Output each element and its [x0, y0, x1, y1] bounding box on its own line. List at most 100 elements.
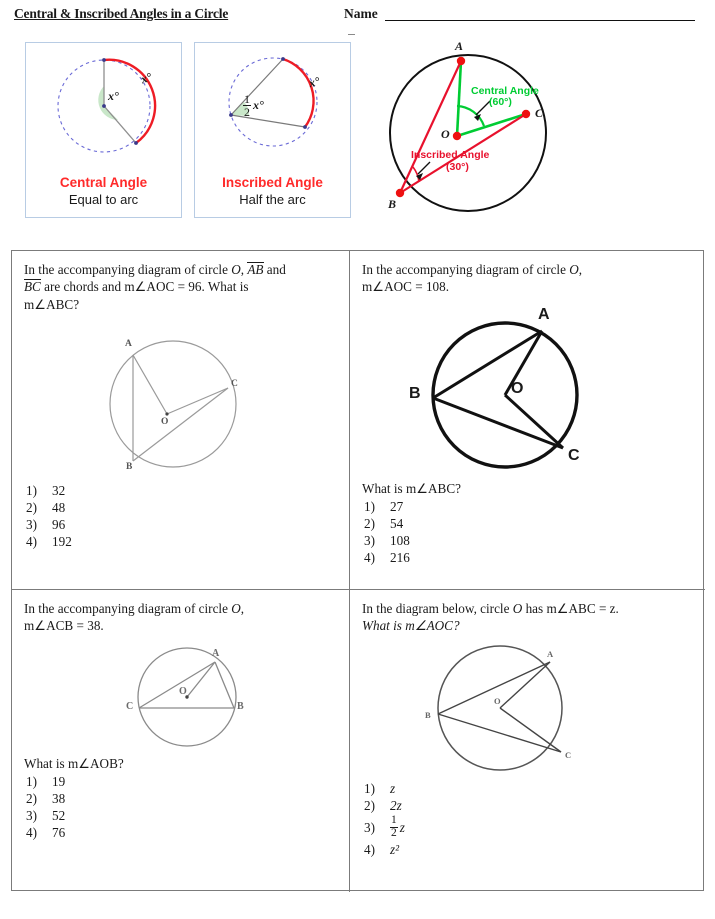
choice-number: 2)	[26, 499, 37, 515]
q1-label-O: O	[161, 417, 169, 427]
inscribed-angle-title: Inscribed Angle	[222, 175, 323, 191]
choice-row[interactable]: 1) 32	[26, 482, 72, 499]
inscribed-angle-interior-label: 1 2 x°	[243, 93, 264, 118]
radius-2	[103, 105, 137, 144]
q2-stem-part1: In the accompanying diagram of circle	[362, 262, 570, 277]
reference-label-C: C	[535, 106, 544, 120]
chord-BA	[432, 329, 543, 400]
central-angle-interior-label: x°	[108, 89, 119, 103]
choice-row[interactable]: 4) 216	[364, 549, 410, 566]
choice-value: z	[390, 780, 396, 796]
choice-number: 1)	[26, 773, 37, 789]
q2-label-O: O	[511, 380, 524, 397]
q3-stem-part2: m∠ACB = 38.	[24, 618, 104, 634]
reference-angle-diagram: A B C O Central Angle (60°) Inscribed An…	[368, 30, 568, 230]
choice-value: 52	[52, 807, 66, 823]
info-panel-inscribed-angle: 1 2 x° x° Inscribed Angle Half the arc	[194, 42, 351, 218]
name-label: Name	[344, 6, 378, 21]
q3-label-B: B	[237, 701, 244, 712]
fraction-numerator: 1	[243, 92, 251, 107]
radius-OC	[503, 393, 565, 450]
choice-number: 2)	[364, 797, 375, 813]
q1-chord-BC: BC	[24, 279, 41, 295]
choice-value: z²	[390, 841, 400, 857]
name-blank-line	[385, 20, 695, 21]
point-dot-top	[281, 57, 285, 61]
radius-OC	[499, 707, 562, 753]
q4-label-B: B	[425, 710, 431, 720]
inscribed-angle-pointer	[417, 161, 431, 175]
choice-number: 3)	[26, 516, 37, 532]
choice-row[interactable]: 1) 27	[364, 498, 410, 515]
inscribed-angle-value: (30°)	[446, 161, 469, 173]
point-O-dot	[452, 131, 462, 141]
central-angle-figure: x° x°	[26, 47, 181, 165]
q1-label-B: B	[126, 462, 133, 472]
fraction-denominator: 2	[391, 827, 397, 839]
choice-row[interactable]: 2) 54	[364, 515, 410, 532]
choice-number: 3)	[364, 819, 375, 835]
q2-label-C: C	[568, 447, 580, 464]
choice-row[interactable]: 3) 96	[26, 516, 72, 533]
inscribed-angle-figure: 1 2 x° x°	[195, 47, 350, 165]
fraction-variable: z	[399, 819, 405, 835]
choice-number: 1)	[26, 482, 37, 498]
choice-value: 32	[52, 482, 66, 498]
choice-row[interactable]: 2) 38	[26, 790, 65, 807]
choice-row[interactable]: 2) 48	[26, 499, 72, 516]
choice-row[interactable]: 3) 1 2 z	[364, 814, 405, 841]
central-angle-pointer	[475, 100, 491, 116]
q1-stem-part1: In the accompanying diagram of circle	[24, 262, 232, 277]
choice-value: 192	[52, 533, 72, 549]
info-panel-central-angle: x° x° Central Angle Equal to arc	[25, 42, 182, 218]
chord-BC	[437, 713, 562, 753]
choice-value: 48	[52, 499, 66, 515]
choice-row[interactable]: 4) 192	[26, 533, 72, 550]
choice-number: 4)	[364, 549, 375, 565]
question-1-svg	[109, 340, 237, 468]
q1-chord-AB: AB	[247, 262, 264, 277]
choice-value: 38	[52, 790, 66, 806]
choice-value: 54	[390, 515, 404, 531]
radius-OA	[499, 661, 551, 709]
choice-row[interactable]: 4) 76	[26, 824, 65, 841]
half-fraction: 1 2	[243, 93, 251, 118]
radius-OC	[166, 387, 229, 415]
choice-number: 3)	[364, 532, 375, 548]
choice-value: 216	[390, 549, 410, 565]
q3-circle-letter: O	[231, 601, 241, 616]
choice-row[interactable]: 4) z²	[364, 841, 405, 858]
question-4-figure: A B C O	[395, 640, 610, 780]
inscribed-angle-subtitle: Half the arc	[239, 192, 306, 208]
circle-O	[109, 340, 237, 468]
question-1-choices: 1) 32 2) 48 3) 96 4) 192	[26, 482, 72, 550]
choice-number: 2)	[26, 790, 37, 806]
central-angle-value: (60°)	[489, 96, 512, 108]
choice-value: 27	[390, 498, 404, 514]
point-dot-lower	[134, 141, 138, 145]
question-2-stem: In the accompanying diagram of circle O,…	[362, 261, 695, 296]
reference-diagram-svg	[389, 54, 547, 212]
q2-label-B: B	[409, 385, 421, 402]
choice-row[interactable]: 3) 108	[364, 532, 410, 549]
question-3-choices: 1) 19 2) 38 3) 52 4) 76	[26, 773, 65, 841]
choice-row[interactable]: 3) 52	[26, 807, 65, 824]
radius-AO	[132, 354, 168, 415]
choice-value: 2z	[390, 797, 402, 813]
choice-value: 108	[390, 532, 410, 548]
q2-label-A: A	[538, 306, 550, 323]
central-angle-caption: Central Angle Equal to arc	[26, 175, 181, 209]
inscribed-angle-caption: Inscribed Angle Half the arc	[195, 175, 350, 209]
choice-value: 96	[52, 516, 66, 532]
radius-OA	[186, 661, 216, 698]
q4-label-A: A	[547, 649, 554, 659]
center-dot	[102, 104, 106, 108]
reference-label-A: A	[455, 39, 464, 53]
highlighted-arc	[282, 57, 315, 128]
point-B-dot	[395, 188, 405, 198]
stray-mark	[348, 34, 355, 35]
choice-row[interactable]: 2) 2z	[364, 797, 405, 814]
choice-row[interactable]: 1) z	[364, 780, 405, 797]
fraction-variable: x°	[253, 98, 264, 113]
choice-row[interactable]: 1) 19	[26, 773, 65, 790]
